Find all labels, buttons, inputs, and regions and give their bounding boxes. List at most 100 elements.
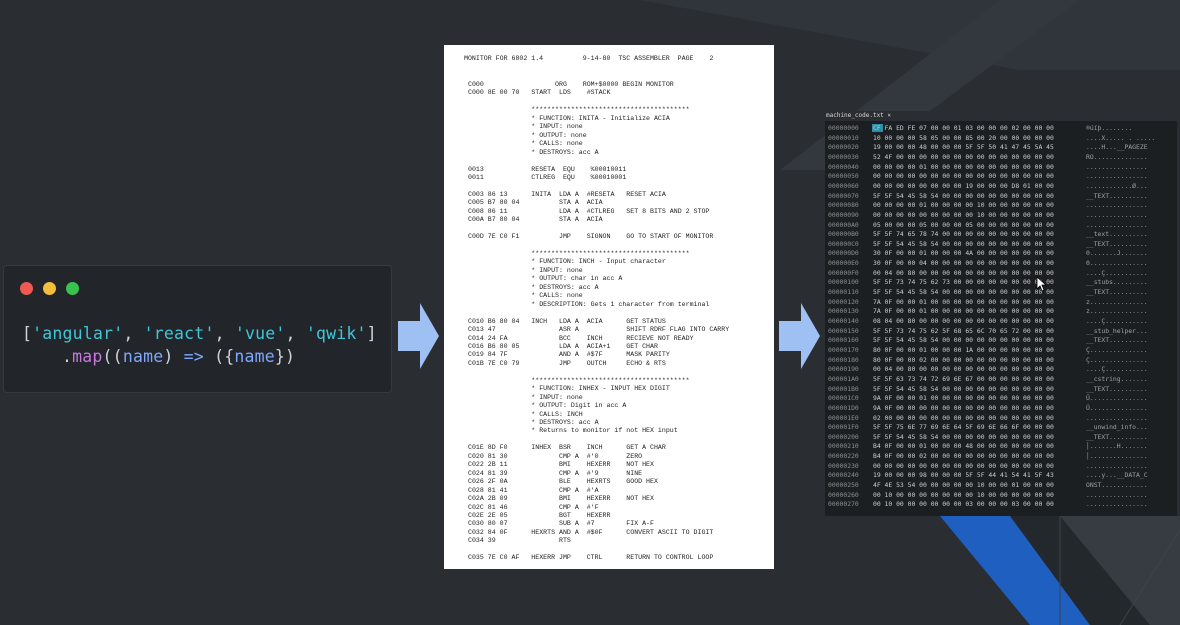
hex-offset: 000001E0 (828, 413, 859, 422)
listing-line: C01B 7E C0 79 JMP OUTCH ECHO & RTS (468, 359, 666, 367)
hex-bytes: 7A 0F 00 00 01 00 00 00 00 00 00 00 00 0… (873, 307, 1054, 316)
listing-line: * INPUT: none (468, 123, 583, 131)
hex-offset: 00000210 (828, 442, 859, 451)
hex-offset: 00000110 (828, 288, 859, 297)
tab-machine-code[interactable]: machine_code.txt × (826, 112, 891, 119)
hex-ascii: RO.............. (1086, 152, 1148, 161)
hex-bytes: 5F 5F 54 45 58 54 00 00 00 00 00 00 00 0… (873, 384, 1054, 393)
hex-ascii: __unwind_info... (1086, 423, 1148, 432)
code-operator: => (183, 347, 204, 366)
hex-ascii: 0............... (1086, 259, 1148, 268)
hex-bytes: 00 00 00 00 00 00 00 00 00 00 00 00 00 0… (873, 461, 1054, 470)
listing-line: C014 24 FA BCC INCH RECIEVE NOT READY (468, 334, 694, 342)
hex-offset: 000001C0 (828, 394, 859, 403)
listing-line: C026 2F 0A BLE HEXRTS GOOD HEX (468, 478, 658, 486)
hex-offset: 00000080 (828, 201, 859, 210)
hex-ascii: ................ (1086, 172, 1148, 181)
code-variable: name (122, 347, 164, 366)
listing-line: C016 B6 80 05 LDA A ACIA+1 GET CHAR (468, 342, 658, 350)
hex-ascii: __TEXT.......... (1086, 288, 1148, 297)
hex-offset: 00000220 (828, 452, 859, 461)
listing-line: * FUNCTION: INCH - Input character (468, 258, 666, 266)
hex-ascii: __stub_helper... (1086, 326, 1148, 335)
hex-offset: 000001D0 (828, 403, 859, 412)
mouse-cursor-icon (1036, 276, 1048, 292)
minimize-dot (43, 282, 56, 295)
code-string: 'vue' (234, 324, 286, 343)
code-string: 'angular' (32, 324, 124, 343)
listing-line: C028 81 41 CMP A #'A (468, 486, 599, 494)
hex-offset: 000000B0 (828, 230, 859, 239)
hex-bytes: CF FA ED FE 07 00 00 01 03 00 00 00 02 0… (873, 124, 1054, 132)
hex-bytes: 5F 5F 75 6E 77 69 6E 64 5F 69 6E 66 6F 0… (873, 423, 1054, 432)
hex-ascii: 0.......J....... (1086, 249, 1148, 258)
code-string: 'react' (143, 324, 215, 343)
hex-bytes: 5F 5F 54 45 58 54 00 00 00 00 00 00 00 0… (873, 288, 1054, 297)
hex-bytes: 00 00 00 00 00 00 00 00 00 00 00 00 00 0… (873, 172, 1054, 181)
hex-ascii: │............... (1086, 452, 1148, 461)
hex-bytes: 19 00 00 00 48 00 00 00 5F 5F 50 41 47 4… (873, 143, 1054, 152)
hex-bytes: 5F 5F 54 45 58 54 00 00 00 00 00 00 00 0… (873, 336, 1054, 345)
listing-line: * DESCRIPTION: Gets 1 character from ter… (468, 300, 710, 308)
hex-ascii: │.......H....... (1086, 442, 1148, 451)
hex-ascii: ................ (1086, 500, 1148, 509)
listing-line: C01E 8D F0 INHEX BSR INCH GET A CHAR (468, 444, 666, 452)
hex-ascii: Ü............... (1086, 394, 1148, 403)
hex-bytes: 00 04 00 80 00 00 00 00 00 00 00 00 00 0… (873, 268, 1054, 277)
hex-ascii: Ç............... (1086, 345, 1148, 354)
hex-bytes: 5F 5F 73 74 75 62 73 00 00 00 00 00 00 0… (873, 278, 1054, 287)
listing-line: C008 86 11 LDA A #CTLREG SET 8 BITS AND … (468, 207, 710, 215)
listing-line: C019 84 7F AND A #$7F MASK PARITY (468, 351, 670, 359)
code-line-1: ['angular', 'react', 'vue', 'qwik'] (22, 324, 377, 343)
hex-bytes: 00 00 00 00 01 00 00 00 00 00 00 00 00 0… (873, 162, 1054, 171)
hex-ascii: ................ (1086, 210, 1148, 219)
hex-ascii: ....Ç........... (1086, 268, 1148, 277)
arrow-right-icon (398, 303, 439, 369)
code-token: }) (274, 347, 296, 366)
hex-offset: 00000030 (828, 152, 859, 161)
hex-offset: 000000C0 (828, 239, 859, 248)
hex-offset: 00000230 (828, 461, 859, 470)
listing-line: 0011 CTLREG EQU %00010001 (468, 173, 627, 181)
hex-ascii: __TEXT.......... (1086, 336, 1148, 345)
hex-ascii: Ü............... (1086, 403, 1148, 412)
close-dot (20, 282, 33, 295)
hex-ascii: ....Ç........... (1086, 317, 1148, 325)
hex-offset: 00000240 (828, 471, 859, 480)
listing-line: * Returns to monitor if not HEX input (468, 427, 678, 435)
hex-ascii: ................ (1086, 461, 1148, 470)
hex-ascii: ONST............ (1086, 481, 1148, 490)
hex-bytes: 30 0F 00 00 01 00 00 00 4A 00 00 00 00 0… (873, 249, 1054, 258)
listing-line: C000 8E 00 70 START LDS #STACK (468, 89, 611, 97)
hex-bytes: 52 4F 00 00 00 00 00 00 00 00 00 00 00 0… (873, 152, 1054, 161)
hex-offset: 00000050 (828, 172, 859, 181)
listing-header: MONITOR FOR 6802 1.4 9-14-80 TSC ASSEMBL… (464, 55, 714, 62)
hex-bytes: 9A 0F 00 00 01 00 00 00 00 00 00 00 00 0… (873, 394, 1054, 403)
listing-line: * FUNCTION: INITA - Initialize ACIA (468, 114, 670, 122)
listing-line: C032 84 0F HEXRTS AND A #$0F CONVERT ASC… (468, 528, 714, 536)
listing-line: C02A 2B 09 BMI HEXERR NOT HEX (468, 495, 654, 503)
hex-offset: 00000090 (828, 210, 859, 219)
code-token: , (214, 324, 235, 343)
hex-bytes: 00 04 00 80 00 00 00 00 00 00 00 00 00 0… (873, 365, 1054, 374)
code-token: ) (163, 347, 184, 366)
hex-bytes: 80 0F 00 00 02 00 00 00 00 00 00 00 00 0… (873, 355, 1054, 364)
hex-offset: 000001A0 (828, 374, 859, 383)
hex-bytes: 00 10 00 00 00 00 00 00 00 10 00 00 00 0… (873, 490, 1054, 499)
hex-bytes: 00 00 00 00 00 00 00 00 19 00 00 00 D8 0… (873, 181, 1054, 190)
listing-line: * OUTPUT: Digit in acc A (468, 402, 627, 410)
hex-ascii: z............... (1086, 297, 1148, 306)
hex-ascii: ............Ø... (1086, 181, 1148, 190)
hex-offset: 00000200 (828, 432, 859, 441)
hex-ascii: __TEXT.......... (1086, 384, 1148, 393)
hex-ascii: __TEXT.......... (1086, 191, 1148, 200)
hex-ascii: Ç............... (1086, 355, 1148, 364)
listing-line: * INPUT: none (468, 393, 583, 401)
hex-offset: 00000250 (828, 481, 859, 490)
hex-bytes: 19 00 00 00 98 00 00 00 5F 5F 44 41 54 4… (873, 471, 1054, 480)
hex-offset: 00000260 (828, 490, 859, 499)
listing-line: * CALLS: none (468, 140, 583, 148)
hex-bytes: 5F 5F 54 45 58 54 00 00 00 00 00 00 00 0… (873, 239, 1054, 248)
hex-offset: 00000190 (828, 365, 859, 374)
hex-offset: 00000130 (828, 307, 859, 316)
